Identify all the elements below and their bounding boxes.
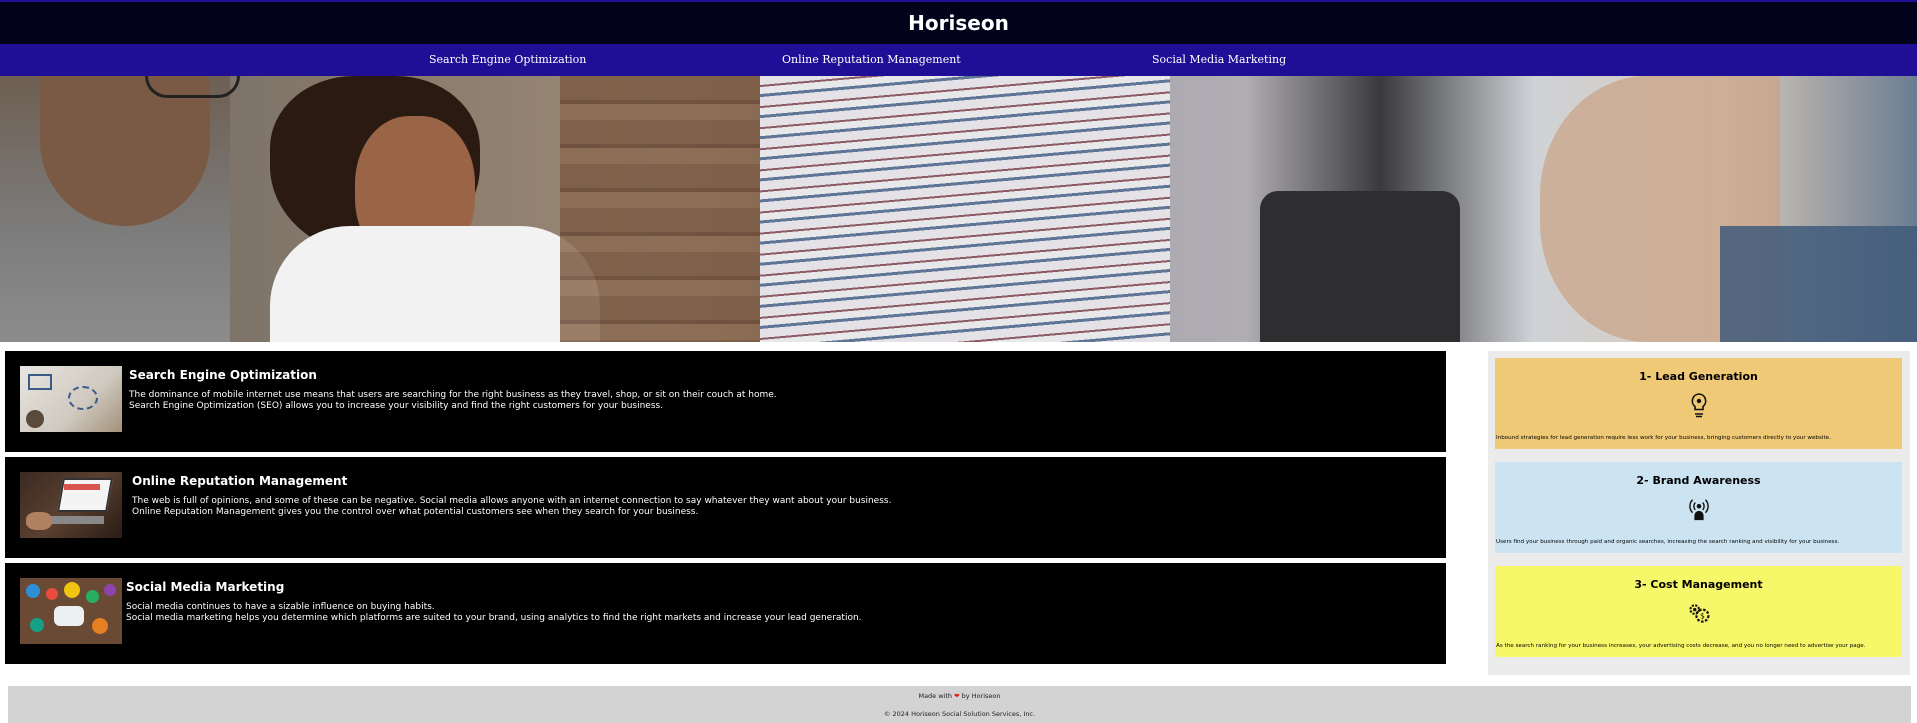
service-seo: Search Engine Optimization The dominance… — [5, 351, 1446, 452]
service-text-line2: Social media marketing helps you determi… — [126, 613, 862, 623]
svg-text:$: $ — [1700, 612, 1705, 621]
site-header: Horiseon Search Engine Optimization Onli… — [0, 0, 1917, 76]
footer-made-with: Made with ❤ by Horiseon — [8, 692, 1911, 700]
benefit-text: Users find your business through paid an… — [1496, 539, 1840, 545]
broadcast-person-icon — [1687, 495, 1711, 523]
nav-link-reputation[interactable]: Online Reputation Management — [782, 53, 961, 66]
lightbulb-person-icon — [1687, 391, 1711, 419]
footer-made-prefix: Made with — [918, 692, 953, 700]
site-logo[interactable]: Horiseon — [908, 11, 1009, 35]
service-text-line2: Online Reputation Management gives you t… — [132, 507, 699, 517]
brand-bar: Horiseon — [0, 2, 1917, 44]
site-footer: Made with ❤ by Horiseon © 2024 Horiseon … — [8, 686, 1911, 723]
benefit-brand: 2- Brand Awareness Users find your busin… — [1495, 462, 1902, 553]
benefit-text: As the search ranking for your business … — [1496, 643, 1866, 649]
seo-image — [20, 366, 122, 432]
service-text-line1: Social media continues to have a sizable… — [126, 602, 435, 612]
service-title: Online Reputation Management — [132, 474, 348, 488]
service-text-line1: The web is full of opinions, and some of… — [132, 496, 892, 506]
nav-link-seo[interactable]: Search Engine Optimization — [429, 53, 586, 66]
service-text-line2: Search Engine Optimization (SEO) allows … — [129, 401, 664, 411]
hero-image — [0, 76, 1917, 342]
footer-made-suffix: by Horiseon — [961, 692, 1001, 700]
reputation-image — [20, 472, 122, 538]
main-nav: Search Engine Optimization Online Reputa… — [0, 44, 1917, 76]
service-title: Search Engine Optimization — [129, 368, 317, 382]
nav-link-social[interactable]: Social Media Marketing — [1152, 53, 1286, 66]
social-image — [20, 578, 122, 644]
benefit-title: 1- Lead Generation — [1639, 370, 1758, 383]
benefit-title: 3- Cost Management — [1634, 578, 1763, 591]
service-title: Social Media Marketing — [126, 580, 285, 594]
benefits-panel: 1- Lead Generation Inbound strategies fo… — [1488, 351, 1910, 675]
benefit-title: 2- Brand Awareness — [1636, 474, 1761, 487]
service-text-line1: The dominance of mobile internet use mea… — [129, 390, 777, 400]
footer-copyright: © 2024 Horiseon Social Solution Services… — [883, 710, 1036, 718]
benefit-text: Inbound strategies for lead generation r… — [1496, 435, 1831, 441]
benefit-lead: 1- Lead Generation Inbound strategies fo… — [1495, 358, 1902, 449]
service-reputation: Online Reputation Management The web is … — [5, 457, 1446, 558]
heart-icon: ❤ — [954, 692, 960, 700]
service-social: Social Media Marketing Social media cont… — [5, 563, 1446, 664]
gears-dollar-icon: $ — [1687, 599, 1711, 627]
benefit-cost: 3- Cost Management $ As the search ranki… — [1495, 566, 1902, 657]
